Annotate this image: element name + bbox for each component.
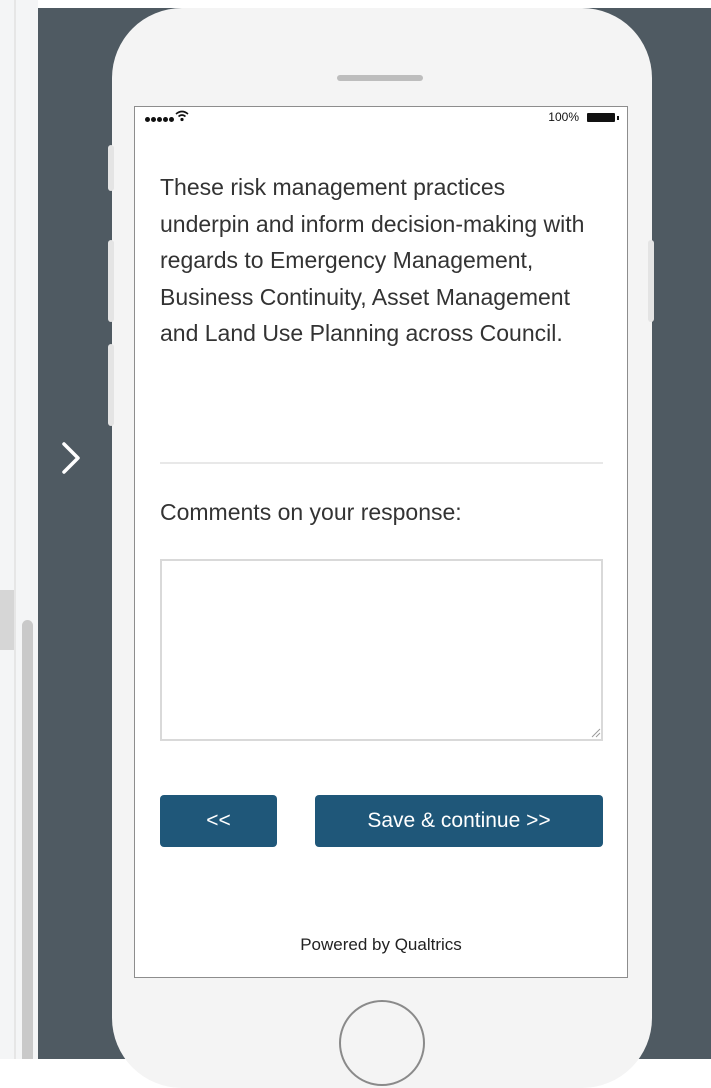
panel-divider — [14, 0, 16, 1059]
panel-scroll-thumb[interactable] — [0, 590, 14, 650]
signal-icon — [145, 116, 174, 122]
save-continue-button[interactable]: Save & continue >> — [315, 795, 603, 847]
battery-percentage: 100% — [548, 110, 579, 124]
phone-screen: 100% These risk management practices und… — [134, 106, 628, 978]
status-bar: 100% — [135, 107, 627, 131]
phone-side-button — [108, 344, 114, 426]
phone-speaker — [337, 75, 423, 81]
resize-grip-icon[interactable] — [590, 727, 601, 738]
chevron-right-icon — [62, 442, 80, 474]
phone-side-button — [648, 240, 654, 322]
powered-by-footer: Powered by Qualtrics — [300, 935, 462, 954]
comments-textarea[interactable] — [160, 559, 603, 741]
scrollbar[interactable] — [22, 620, 33, 1059]
back-button[interactable]: << — [160, 795, 277, 847]
phone-side-button — [108, 145, 114, 191]
comments-label: Comments on your response: — [160, 499, 462, 525]
editor-left-panel — [0, 0, 38, 1059]
wifi-icon — [175, 110, 189, 122]
next-preview-arrow[interactable] — [58, 438, 84, 478]
phone-home-button — [339, 1000, 425, 1086]
battery-icon — [587, 113, 619, 122]
phone-side-button — [108, 240, 114, 322]
divider — [160, 462, 603, 464]
question-text: These risk management practices underpin… — [160, 174, 585, 346]
